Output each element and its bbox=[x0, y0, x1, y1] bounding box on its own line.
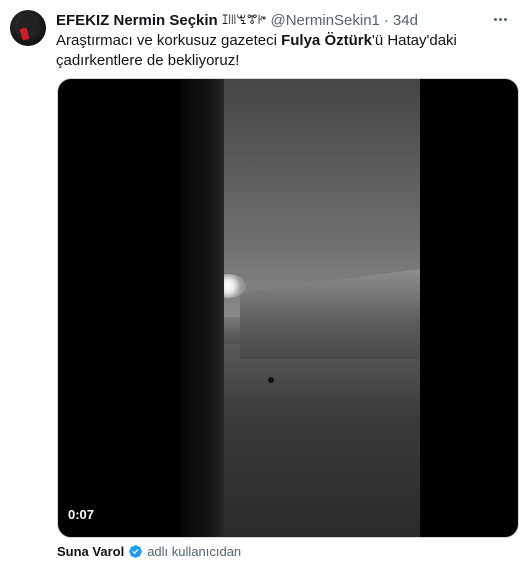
video-frame bbox=[180, 79, 420, 537]
author-avatar[interactable] bbox=[10, 10, 46, 46]
tweet-header: EFEKIZ Nermin Seçkin ꕯꔖꖗꔅꔶ @NerminSekin1… bbox=[56, 10, 418, 30]
video-ground bbox=[220, 344, 420, 537]
tweet-text: Araştırmacı ve korkusuz gazeteci Fulya Ö… bbox=[56, 31, 516, 71]
video-player[interactable]: 0:07 bbox=[57, 78, 519, 538]
tagged-suffix: adlı kullanıcıdan bbox=[147, 543, 242, 559]
author-name[interactable]: EFEKIZ Nermin Seçkin bbox=[56, 12, 218, 29]
verified-badge-icon bbox=[129, 544, 143, 558]
tweet-text-part-1: Araştırmacı ve korkusuz gazeteci bbox=[56, 32, 282, 49]
tagged-user-name[interactable]: Suna Varol bbox=[57, 544, 124, 559]
more-options-icon[interactable] bbox=[489, 10, 511, 28]
author-handle[interactable]: @NerminSekin1 bbox=[270, 12, 379, 29]
tagged-user-row: Suna Varol adlı kullanıcıdan bbox=[57, 542, 241, 560]
video-wall bbox=[180, 79, 224, 537]
author-symbols: ꕯꔖꖗꔅꔶ bbox=[221, 12, 267, 27]
mentioned-name: Fulya Öztürk bbox=[281, 32, 372, 49]
video-duration: 0:07 bbox=[68, 507, 95, 522]
tweet-time[interactable]: 34d bbox=[393, 12, 418, 29]
separator-dot: · bbox=[383, 11, 389, 29]
video-post bbox=[268, 377, 274, 383]
